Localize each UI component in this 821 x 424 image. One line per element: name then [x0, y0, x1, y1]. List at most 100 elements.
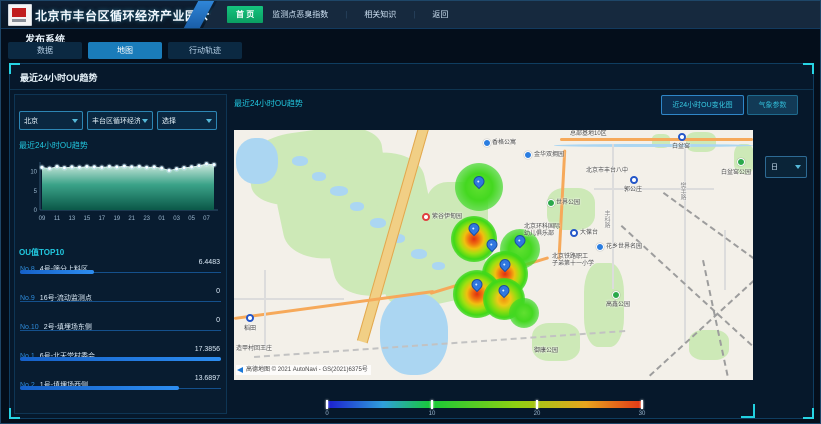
ou-color-legend [326, 401, 643, 408]
park-station-icon [612, 291, 620, 299]
rank-track [20, 301, 221, 302]
map-minor-road [684, 148, 686, 343]
period-dropdown-value: 日 [771, 162, 778, 172]
legend-tick-label: 0 [325, 411, 328, 417]
legend-tick-label: 10 [429, 411, 436, 417]
svg-text:07: 07 [203, 216, 210, 222]
map-water-area [380, 293, 448, 375]
map-water-area [330, 186, 348, 196]
svg-text:05: 05 [188, 216, 195, 222]
svg-text:03: 03 [173, 216, 180, 222]
chevron-down-icon [142, 119, 148, 123]
rank-value: 0 [216, 288, 220, 295]
site-select-value: 选择 [162, 116, 176, 126]
logo-text-line [12, 19, 26, 22]
map-place-label: 造甲村回王庄 [236, 346, 272, 353]
svg-text:09: 09 [39, 216, 46, 222]
map-minor-road [594, 188, 714, 190]
legend-tick-mark [536, 400, 538, 409]
metro-station-icon [678, 133, 686, 141]
map-place-label: 大葆台 [580, 230, 598, 237]
nav-divider: | [345, 10, 347, 19]
heatmap-map[interactable]: 香格公寓总部基地10区白盆窑白盆窑公园金华双拥园北京市丰台八中郭公庄世界公园大葆… [234, 130, 753, 380]
map-place-label: 高鑫公园 [606, 302, 630, 309]
info-station-icon [596, 243, 604, 251]
metro-station-icon [630, 176, 638, 184]
ranking-row[interactable]: No.84号-筛分上料区6.4483 [20, 258, 221, 287]
legend-tick-label: 20 [534, 411, 541, 417]
info-station-icon [524, 151, 532, 159]
nav-item-2[interactable]: 相关知识 [355, 6, 405, 23]
svg-text:13: 13 [69, 216, 76, 222]
panel-corner-icon [9, 63, 20, 74]
metro-station-icon [570, 229, 578, 237]
metro-station-icon [246, 314, 254, 322]
left-panel: 北京 丰台区循环经济产 选择 最近24小时OU趋势 05100911131517… [14, 94, 227, 414]
map-minor-road [264, 270, 266, 350]
map-railway [663, 192, 753, 259]
period-dropdown[interactable]: 日 [765, 156, 807, 178]
app-logo [8, 4, 32, 26]
map-main-road [560, 138, 753, 141]
ou-trend-chart: 0510091113151719212301030507 [16, 150, 224, 228]
nav-item-1[interactable]: 监测点恶臭指数 [263, 6, 337, 23]
district-select[interactable]: 丰台区循环经济产 [87, 111, 153, 130]
map-green-area [532, 323, 580, 361]
site-select[interactable]: 选择 [157, 111, 217, 130]
city-select[interactable]: 北京 [19, 111, 83, 130]
map-water-area [432, 262, 445, 270]
svg-text:21: 21 [128, 216, 135, 222]
chevron-down-icon [206, 119, 212, 123]
panel-corner-icon [803, 408, 814, 419]
rank-value: 6.4483 [199, 259, 220, 266]
map-minor-road [234, 298, 344, 300]
top-bar: 北京市丰台区循环经济产业园大气恶臭状况实时 首 页监测点恶臭指数|相关知识|返回 [1, 1, 820, 29]
map-place-label: 世界公园 [556, 200, 580, 207]
nav-divider: | [413, 10, 415, 19]
map-water-area [292, 156, 308, 166]
map-water-area [312, 172, 326, 181]
ranking-row[interactable]: No.102号-填埋场东侧0 [20, 316, 221, 345]
svg-text:0: 0 [34, 208, 38, 214]
tab-0[interactable]: 数据 [8, 42, 82, 59]
app-window: 北京市丰台区循环经济产业园大气恶臭状况实时 首 页监测点恶臭指数|相关知识|返回… [0, 0, 821, 424]
rank-value: 13.6897 [195, 375, 220, 382]
panel-separator [10, 89, 813, 90]
map-minor-road [612, 144, 614, 289]
map-green-area [686, 132, 716, 152]
map-place-label: 丰科路 [602, 210, 609, 228]
heatmap-blob [509, 298, 539, 328]
map-place-label: 白盆窑公园 [721, 170, 751, 177]
rank-value: 17.3856 [195, 346, 220, 353]
svg-text:23: 23 [143, 216, 150, 222]
legend-tick-mark [431, 400, 433, 409]
map-place-label: 樊羊路 [678, 182, 685, 200]
rank-progress-bar [20, 386, 179, 390]
nav-item-0[interactable]: 首 页 [227, 6, 263, 23]
map-water-area [554, 144, 753, 147]
map-water-area [236, 138, 278, 184]
map-railway [649, 280, 753, 377]
tab-2[interactable]: 行动轨迹 [168, 42, 242, 59]
map-attribution-text: 高德地图 © 2021 AutoNavi - GS(2021)6375号 [246, 367, 368, 373]
nav-item-3[interactable]: 返回 [423, 6, 457, 23]
map-place-label: 金华双拥园 [534, 152, 564, 159]
ou-change-map-button[interactable]: 近24小时OU变化图 [661, 95, 744, 115]
map-place-label: 北京环科国际 幼儿俱乐部 [524, 224, 560, 238]
park-station-icon [547, 199, 555, 207]
ranking-row[interactable]: No.21号-填埋场西侧13.6897 [20, 374, 221, 403]
park-station-icon [737, 158, 745, 166]
ou-top10-label: OU值TOP10 [19, 247, 64, 258]
main-nav: 首 页监测点恶臭指数 | 相关知识 | 返回 [227, 6, 457, 23]
panel-title: 最近24小时OU趋势 [20, 71, 98, 84]
svg-text:01: 01 [158, 216, 165, 222]
ranking-row[interactable]: No.916号-流动监测点0 [20, 287, 221, 316]
main-panel: 最近24小时OU趋势 北京 丰台区循环经济产 选择 最近24小时OU趋势 051… [9, 63, 814, 419]
legend-tick-label: 30 [639, 411, 646, 417]
map-place-label: 紫谷伊甸园 [432, 214, 462, 221]
map-place-label: 稻田 [244, 326, 256, 333]
ranking-row[interactable]: No.16号-北天堂村委会17.3856 [20, 345, 221, 374]
weather-params-button[interactable]: 气象参数 [747, 95, 798, 115]
tab-1[interactable]: 地图 [88, 42, 162, 59]
map-place-label: 郭公庄 [624, 187, 642, 194]
